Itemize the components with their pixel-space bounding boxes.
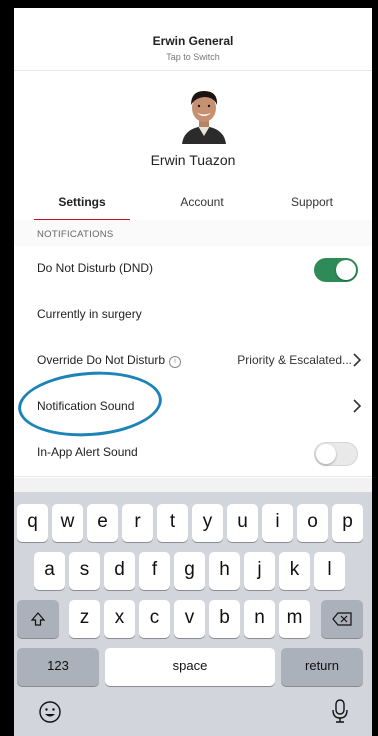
key-o[interactable]: o [297,504,328,542]
shift-key[interactable] [17,600,59,638]
key-b[interactable]: b [209,600,240,638]
in-app-alert-sound-row[interactable]: In-App Alert Sound [14,430,372,477]
key-n[interactable]: n [244,600,275,638]
return-key[interactable]: return [281,648,363,686]
key-g[interactable]: g [174,552,205,590]
key-e[interactable]: e [87,504,118,542]
dnd-status-text: Currently in surgery [37,307,142,321]
in-app-alert-sound-label: In-App Alert Sound [37,445,138,459]
key-z[interactable]: z [69,600,100,638]
dnd-row[interactable]: Do Not Disturb (DND) [14,246,372,293]
backspace-icon [332,612,352,626]
tab-settings[interactable]: Settings [34,188,130,221]
dnd-toggle[interactable] [314,258,358,282]
key-v[interactable]: v [174,600,205,638]
key-t[interactable]: t [157,504,188,542]
chevron-right-icon [353,399,362,413]
key-p[interactable]: p [332,504,363,542]
avatar[interactable] [178,86,230,144]
key-a[interactable]: a [34,552,65,590]
dnd-status-row[interactable]: Currently in surgery [14,292,372,339]
tab-account-label: Account [180,195,224,209]
key-d[interactable]: d [104,552,135,590]
notification-sound-label: Notification Sound [37,399,135,413]
emoji-icon[interactable] [38,700,62,724]
app-screen: Erwin General Tap to Switch Erwin Tuazon… [14,8,372,736]
screen-bezel-top [0,0,378,8]
key-s[interactable]: s [69,552,100,590]
toggle-knob [336,260,356,280]
override-dnd-row[interactable]: Override Do Not Disturb i Priority & Esca… [14,338,372,385]
user-name: Erwin Tuazon [150,152,236,168]
key-w[interactable]: w [52,504,83,542]
key-y[interactable]: y [192,504,223,542]
workspace-name: Erwin General [152,34,234,48]
dnd-label: Do Not Disturb (DND) [37,261,154,275]
override-dnd-label: Override Do Not Disturb i [37,353,182,368]
numbers-key[interactable]: 123 [17,648,99,686]
backspace-key[interactable] [321,600,363,638]
key-r[interactable]: r [122,504,153,542]
in-app-alert-toggle[interactable] [314,442,358,466]
override-dnd-value: Priority & Escalated... [237,353,352,367]
next-section-header-peek [14,478,372,492]
onscreen-keyboard: q w e r t y u i o p a s d f g h j k l z … [14,492,372,736]
key-x[interactable]: x [104,600,135,638]
workspace-switch-hint: Tap to Switch [166,52,220,62]
tab-bar: Settings Account Support [14,188,372,221]
key-i[interactable]: i [262,504,293,542]
chevron-right-icon [353,353,362,367]
toggle-knob [316,444,336,464]
tab-support[interactable]: Support [264,188,360,220]
key-k[interactable]: k [279,552,310,590]
key-u[interactable]: u [227,504,258,542]
workspace-switcher[interactable]: Erwin General Tap to Switch [14,8,372,71]
screen-bezel-right [372,0,378,736]
key-f[interactable]: f [139,552,170,590]
key-c[interactable]: c [139,600,170,638]
override-dnd-label-text: Override Do Not Disturb [37,353,166,367]
key-h[interactable]: h [209,552,240,590]
tab-settings-label: Settings [58,195,106,209]
space-key[interactable]: space [105,648,275,686]
key-l[interactable]: l [314,552,345,590]
microphone-icon[interactable] [330,698,350,724]
notifications-section-header: NOTIFICATIONS [14,220,372,246]
key-j[interactable]: j [244,552,275,590]
tab-support-label: Support [290,195,334,209]
tab-account[interactable]: Account [154,188,250,220]
info-icon[interactable]: i [169,356,182,368]
screen-bezel-left [0,0,14,736]
key-m[interactable]: m [279,600,310,638]
key-q[interactable]: q [17,504,48,542]
shift-icon [30,612,46,626]
section-title: NOTIFICATIONS [37,229,114,240]
notification-sound-row[interactable]: Notification Sound [14,384,372,431]
